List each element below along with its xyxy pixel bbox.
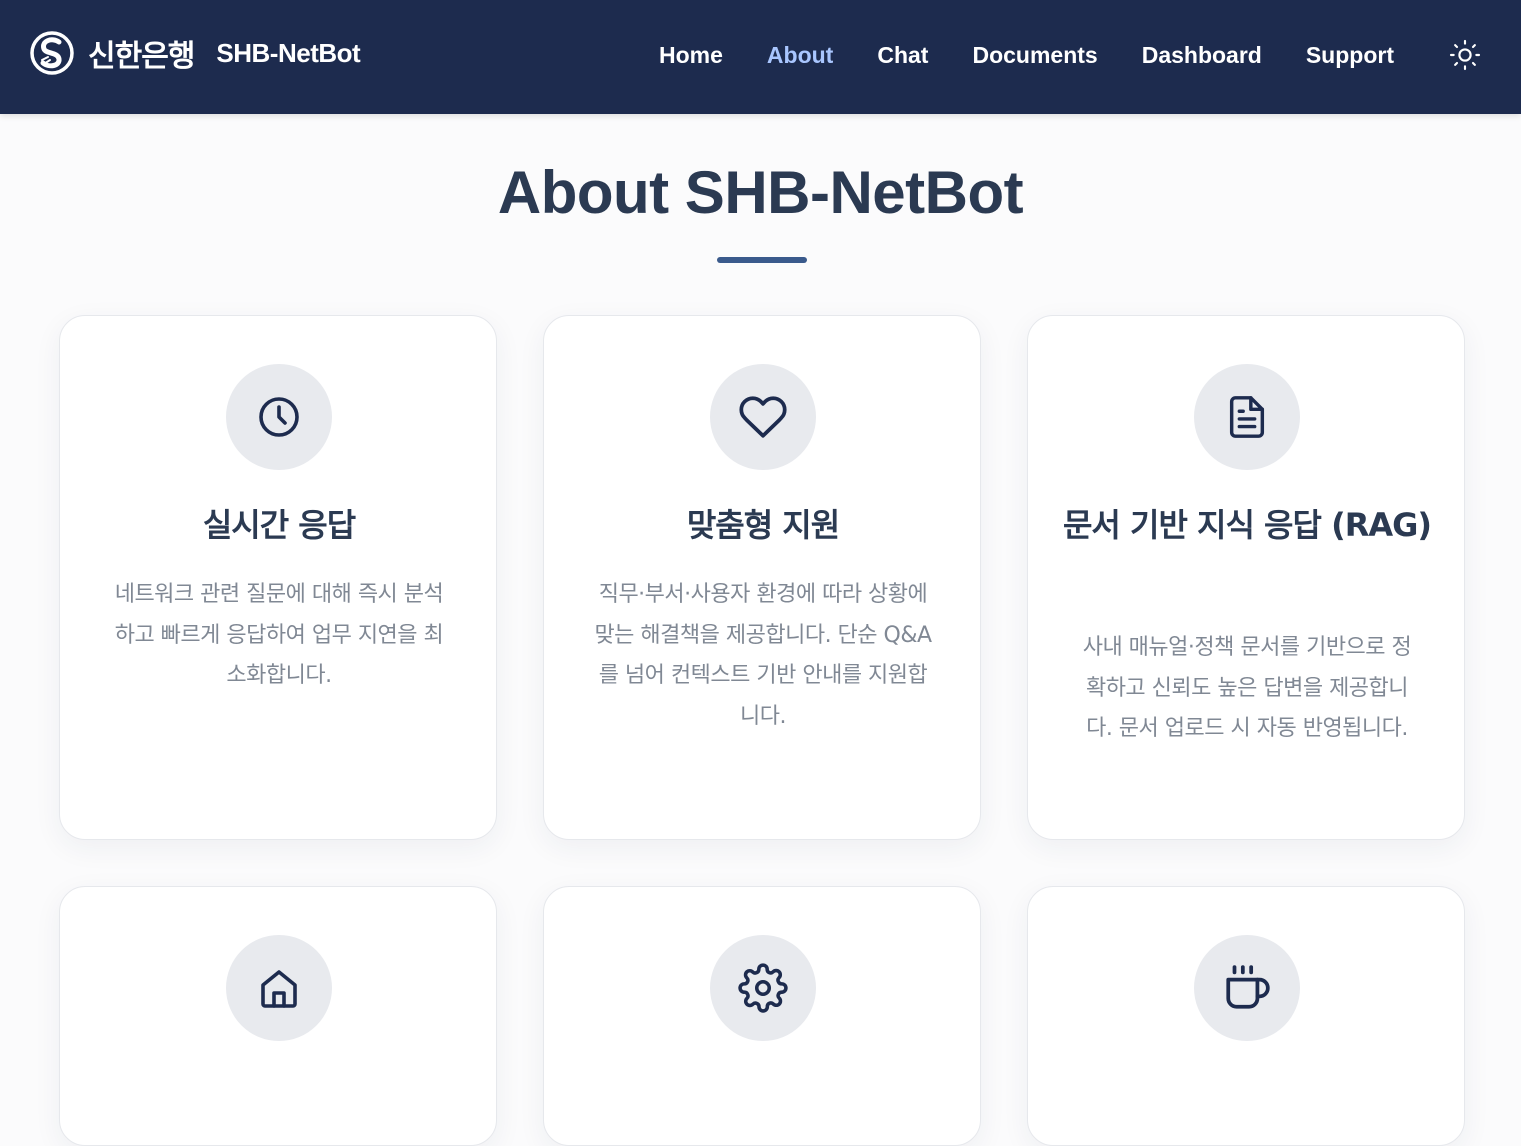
feature-title: 실시간 응답 [202,506,356,544]
feature-title: 문서 기반 지식 응답 (RAG) [1062,506,1432,544]
clock-icon [259,397,299,437]
feature-description: 네트워크 관련 질문에 대해 즉시 분석하고 빠르게 응답하여 업무 지연을 최… [114,582,444,688]
feature-card-5 [543,886,981,1146]
nav-support[interactable]: Support [1284,38,1416,72]
feature-description: 사내 매뉴얼·정책 문서를 기반으로 정확하고 신뢰도 높은 답변을 제공합니다… [1082,635,1412,741]
feature-card-6 [1027,886,1465,1146]
main-nav: Home About Chat Documents Dashboard Supp… [637,38,1416,72]
brand-name: 신한은행 [88,39,195,74]
nav-chat[interactable]: Chat [855,38,950,72]
feature-description: 직무·부서·사용자 환경에 따라 상황에 맞는 해결책을 제공합니다. 단순 Q… [594,582,932,729]
nav-dashboard[interactable]: Dashboard [1120,38,1284,72]
home-icon [261,970,297,1008]
feature-card-4 [59,886,497,1146]
nav-home[interactable]: Home [637,38,745,72]
top-navbar: 신한은행 SHB-NetBot Home About Chat Document… [0,0,1521,114]
icon-circle [710,935,816,1041]
theme-toggle-button[interactable] [1446,36,1484,74]
icon-circle [710,364,816,470]
feature-card-custom: 맞춤형 지원 직무·부서·사용자 환경에 따라 상황에 맞는 해결책을 제공합니… [543,315,981,840]
heart-icon [739,396,787,438]
feature-card-rag: 문서 기반 지식 응답 (RAG) 사내 매뉴얼·정책 문서를 기반으로 정확하… [1027,315,1465,840]
title-divider [717,257,807,263]
sun-icon [1449,39,1481,71]
page-title: About SHB-NetBot [497,159,1024,226]
gear-icon [738,963,788,1013]
icon-circle [1194,935,1300,1041]
document-icon [1229,396,1265,438]
shinhan-logo-icon [30,31,74,75]
icon-circle [1194,364,1300,470]
feature-card-realtime: 실시간 응답 네트워크 관련 질문에 대해 즉시 분석하고 빠르게 응답하여 업… [59,315,497,840]
product-name: SHB-NetBot [216,37,361,68]
nav-about[interactable]: About [745,38,855,72]
nav-documents[interactable]: Documents [950,38,1119,72]
feature-title: 맞춤형 지원 [686,506,840,544]
icon-circle [226,364,332,470]
icon-circle [226,935,332,1041]
coffee-icon [1226,965,1270,1009]
brand[interactable]: 신한은행 SHB-NetBot [30,31,361,75]
